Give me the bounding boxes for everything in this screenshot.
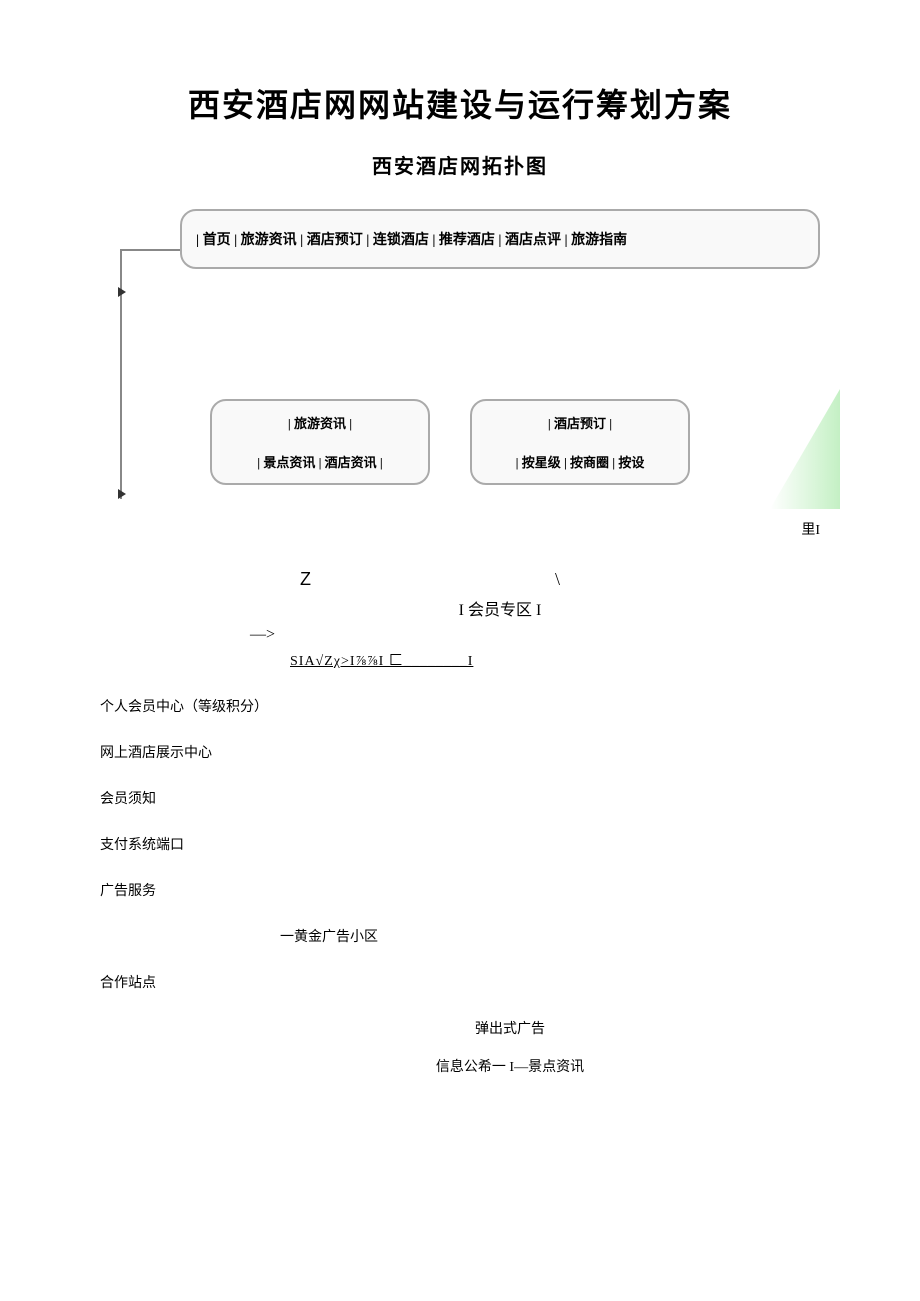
decorative-shape: [770, 389, 840, 509]
dash-arrow: —>: [250, 626, 820, 644]
list-item: 一黄金广告小区: [280, 926, 820, 946]
list-item: 支付系统端口: [100, 834, 820, 854]
box-label: | 旅游资讯 |: [228, 413, 412, 432]
z-letter: Z: [300, 569, 311, 590]
box-label: | 酒店预订 |: [488, 413, 672, 432]
hotel-booking-box: | 酒店预订 | | 按星级 | 按商圈 | 按设: [470, 399, 690, 485]
list-item: 信息公希一 I—景点资讯: [200, 1056, 820, 1076]
backslash-char: \: [555, 569, 560, 590]
list-item: 个人会员中心（等级积分）: [100, 696, 820, 716]
page-subtitle: 西安酒店网拓扑图: [100, 150, 820, 179]
page-title: 西安酒店网网站建设与运行筹划方案: [100, 80, 820, 126]
text-row: Z \: [100, 549, 820, 590]
diagram-hline: [120, 249, 180, 251]
box-sublabel: | 按星级 | 按商圈 | 按设: [488, 452, 672, 471]
arrow-icon: [118, 489, 126, 499]
list-item: 广告服务: [100, 880, 820, 900]
list-item: 合作站点: [100, 972, 820, 992]
member-zone-label: I 会员专区 I: [180, 596, 820, 620]
topology-diagram: | 首页 | 旅游资讯 | 酒店预订 | 连锁酒店 | 推荐酒店 | 酒店点评 …: [120, 209, 820, 549]
list-item: 弹出式广告: [200, 1018, 820, 1038]
nav-box: | 首页 | 旅游资讯 | 酒店预订 | 连锁酒店 | 推荐酒店 | 酒店点评 …: [180, 209, 820, 269]
sia-line: SIA√Zχ>I⅞⅞I 匚________I: [290, 650, 820, 670]
tourism-info-box: | 旅游资讯 | | 景点资讯 | 酒店资讯 |: [210, 399, 430, 485]
list-item: 网上酒店展示中心: [100, 742, 820, 762]
arrow-icon: [118, 287, 126, 297]
list-item: 会员须知: [100, 788, 820, 808]
box-sublabel: | 景点资讯 | 酒店资讯 |: [228, 452, 412, 471]
li-label: 里I: [801, 519, 820, 539]
